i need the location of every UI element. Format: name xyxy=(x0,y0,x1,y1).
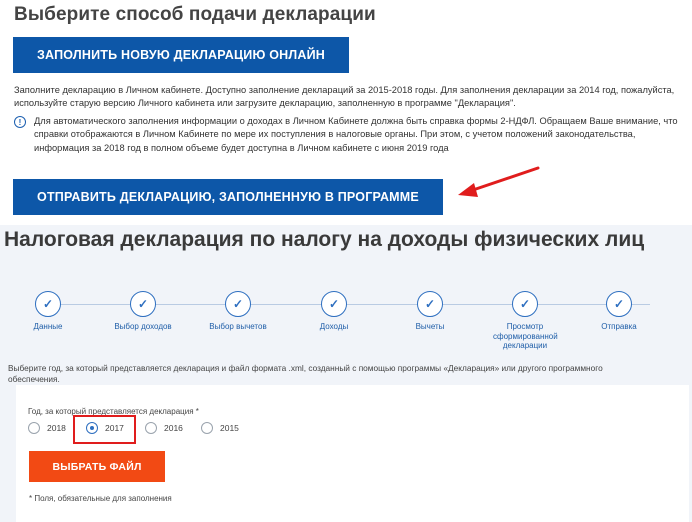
checkmark-icon: ✓ xyxy=(512,291,538,317)
step-income-selection[interactable]: ✓ Выбор доходов xyxy=(95,291,191,332)
page-title: Выберите способ подачи декларации xyxy=(14,4,376,25)
step-deduction-selection[interactable]: ✓ Выбор вычетов xyxy=(190,291,286,332)
fill-online-button[interactable]: ЗАПОЛНИТЬ НОВУЮ ДЕКЛАРАЦИЮ ОНЛАЙН xyxy=(13,37,349,73)
step-send[interactable]: ✓ Отправка xyxy=(571,291,667,332)
step-label: Выбор вычетов xyxy=(209,322,267,331)
checkmark-icon: ✓ xyxy=(417,291,443,317)
form-card: Год, за который представляется деклараци… xyxy=(16,385,689,522)
choose-file-button[interactable]: ВЫБРАТЬ ФАЙЛ xyxy=(29,451,165,482)
radio-year-2018[interactable]: 2018 xyxy=(28,422,66,434)
step-income[interactable]: ✓ Доходы xyxy=(286,291,382,332)
submission-method-panel: Выберите способ подачи декларации ЗАПОЛН… xyxy=(0,0,692,225)
select-year-instructions: Выберите год, за который представляется … xyxy=(8,363,603,384)
radio-label: 2015 xyxy=(220,423,239,433)
radio-year-2015[interactable]: 2015 xyxy=(201,422,239,434)
selection-highlight-box xyxy=(73,415,136,444)
checkmark-icon: ✓ xyxy=(606,291,632,317)
step-label: Доходы xyxy=(319,322,349,331)
notice-text: Для автоматического заполнения информаци… xyxy=(34,116,678,153)
step-label: Просмотр сформированной декларации xyxy=(493,322,558,350)
checkmark-icon: ✓ xyxy=(35,291,61,317)
declaration-form-panel: Налоговая декларация по налогу на доходы… xyxy=(0,225,692,522)
info-icon: ! xyxy=(14,116,26,128)
radio-circle[interactable] xyxy=(28,422,40,434)
step-label: Вычеты xyxy=(415,322,445,331)
step-data[interactable]: ✓ Данные xyxy=(0,291,96,332)
checkmark-icon: ✓ xyxy=(130,291,156,317)
step-label: Данные xyxy=(33,322,63,331)
radio-circle[interactable] xyxy=(201,422,213,434)
radio-label: 2018 xyxy=(47,423,66,433)
notice: ! Для автоматического заполнения информа… xyxy=(14,115,686,155)
form-title: Налоговая декларация по налогу на доходы… xyxy=(4,228,645,251)
step-label: Отправка xyxy=(601,322,637,331)
checkmark-icon: ✓ xyxy=(225,291,251,317)
radio-circle[interactable] xyxy=(145,422,157,434)
info-text: Заполните декларацию в Личном кабинете. … xyxy=(14,85,675,108)
step-deductions[interactable]: ✓ Вычеты xyxy=(382,291,478,332)
step-label: Выбор доходов xyxy=(114,322,172,331)
red-arrow-icon xyxy=(458,166,540,197)
checkmark-icon: ✓ xyxy=(321,291,347,317)
radio-label: 2016 xyxy=(164,423,183,433)
required-fields-note: * Поля, обязательные для заполнения xyxy=(29,494,172,503)
progress-steps: ✓ Данные ✓ Выбор доходов ✓ Выбор вычетов… xyxy=(0,291,692,351)
step-preview[interactable]: ✓ Просмотр сформированной декларации xyxy=(477,291,573,351)
radio-year-2016[interactable]: 2016 xyxy=(145,422,183,434)
send-program-declaration-button[interactable]: ОТПРАВИТЬ ДЕКЛАРАЦИЮ, ЗАПОЛНЕННУЮ В ПРОГ… xyxy=(13,179,443,215)
